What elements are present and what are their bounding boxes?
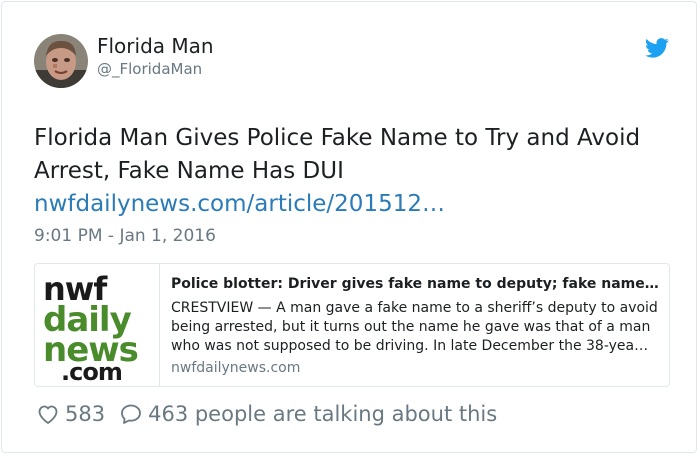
link-card-domain: nwfdailynews.com [171, 360, 301, 376]
twitter-bird-icon[interactable] [645, 38, 669, 58]
tweet-text: Florida Man Gives Police Fake Name to Tr… [34, 125, 641, 184]
tweet-timestamp[interactable]: 9:01 PM - Jan 1, 2016 [34, 226, 216, 246]
link-card-description: CRESTVIEW — A man gave a fake name to a … [171, 300, 658, 354]
speech-bubble-icon[interactable] [119, 402, 143, 426]
logo-line-com: .com [61, 358, 123, 386]
heart-icon[interactable] [36, 402, 60, 426]
like-count[interactable]: 583 [65, 402, 105, 426]
tweet-actions: 583 463 people are talking about this [36, 400, 497, 428]
tweet-link[interactable]: nwfdailynews.com/article/201512… [34, 188, 445, 221]
link-card-title[interactable]: Police blotter: Driver gives fake name t… [171, 274, 661, 294]
author-display-name[interactable]: Florida Man [97, 34, 214, 58]
link-preview-card[interactable]: nwf daily news .com Police blotter: Driv… [34, 263, 670, 387]
site-logo: nwf daily news .com [35, 264, 160, 386]
conversation-count[interactable]: 463 people are talking about this [148, 402, 497, 426]
author-handle[interactable]: @_FloridaMan [97, 60, 202, 78]
avatar[interactable] [34, 34, 88, 88]
link-card-body: Police blotter: Driver gives fake name t… [171, 274, 661, 376]
tweet-card: Florida Man @_FloridaMan Florida Man Giv… [1, 1, 697, 453]
